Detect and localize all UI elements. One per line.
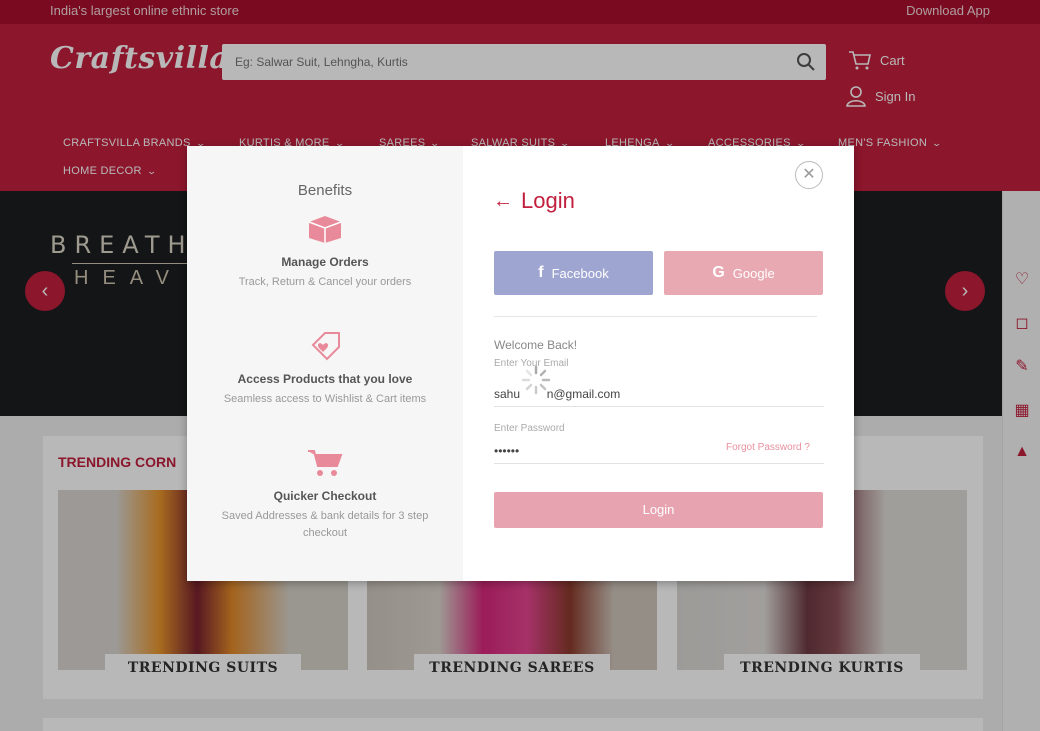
benefits-title: Benefits xyxy=(297,182,353,199)
google-login-button[interactable]: G Google xyxy=(664,251,823,295)
benefit-desc: Saved Addresses & bank details for 3 ste… xyxy=(221,510,429,539)
benefit-title: Access Products that you love xyxy=(237,372,413,386)
benefit-quicker-checkout: Quicker Checkout Saved Addresses & bank … xyxy=(215,448,435,542)
benefit-manage-orders: Manage Orders Track, Return & Cancel you… xyxy=(215,214,435,291)
benefit-desc: Seamless access to Wishlist & Cart items xyxy=(223,393,427,405)
box-icon xyxy=(308,216,342,243)
benefit-access-products: Access Products that you love Seamless a… xyxy=(215,331,435,408)
login-button[interactable]: Login xyxy=(494,492,823,528)
close-icon[interactable]: ✕ xyxy=(795,161,823,189)
tag-heart-icon xyxy=(311,332,340,361)
facebook-login-button[interactable]: f Facebook xyxy=(494,251,653,295)
cart-icon xyxy=(308,450,343,476)
loading-spinner-icon xyxy=(521,365,551,395)
login-panel: ← Login f Facebook G Google Welcome Back… xyxy=(463,146,854,581)
divider xyxy=(494,316,817,317)
forgot-password-link[interactable]: Forgot Password ? xyxy=(726,442,810,453)
benefit-title: Manage Orders xyxy=(281,255,369,269)
benefit-desc: Track, Return & Cancel your orders xyxy=(238,276,412,288)
back-arrow-icon[interactable]: ← xyxy=(493,190,513,213)
login-title: Login xyxy=(521,188,575,213)
login-modal: Benefits Manage Orders Track, Return & C… xyxy=(187,146,854,581)
google-icon: G xyxy=(712,264,725,281)
google-label: Google xyxy=(732,265,775,281)
welcome-text: Welcome Back! xyxy=(494,338,578,352)
facebook-icon: f xyxy=(538,264,544,281)
password-label: Enter Password xyxy=(494,423,565,434)
facebook-label: Facebook xyxy=(551,265,609,281)
benefits-panel: Benefits Manage Orders Track, Return & C… xyxy=(187,146,463,581)
benefit-title: Quicker Checkout xyxy=(273,489,377,503)
